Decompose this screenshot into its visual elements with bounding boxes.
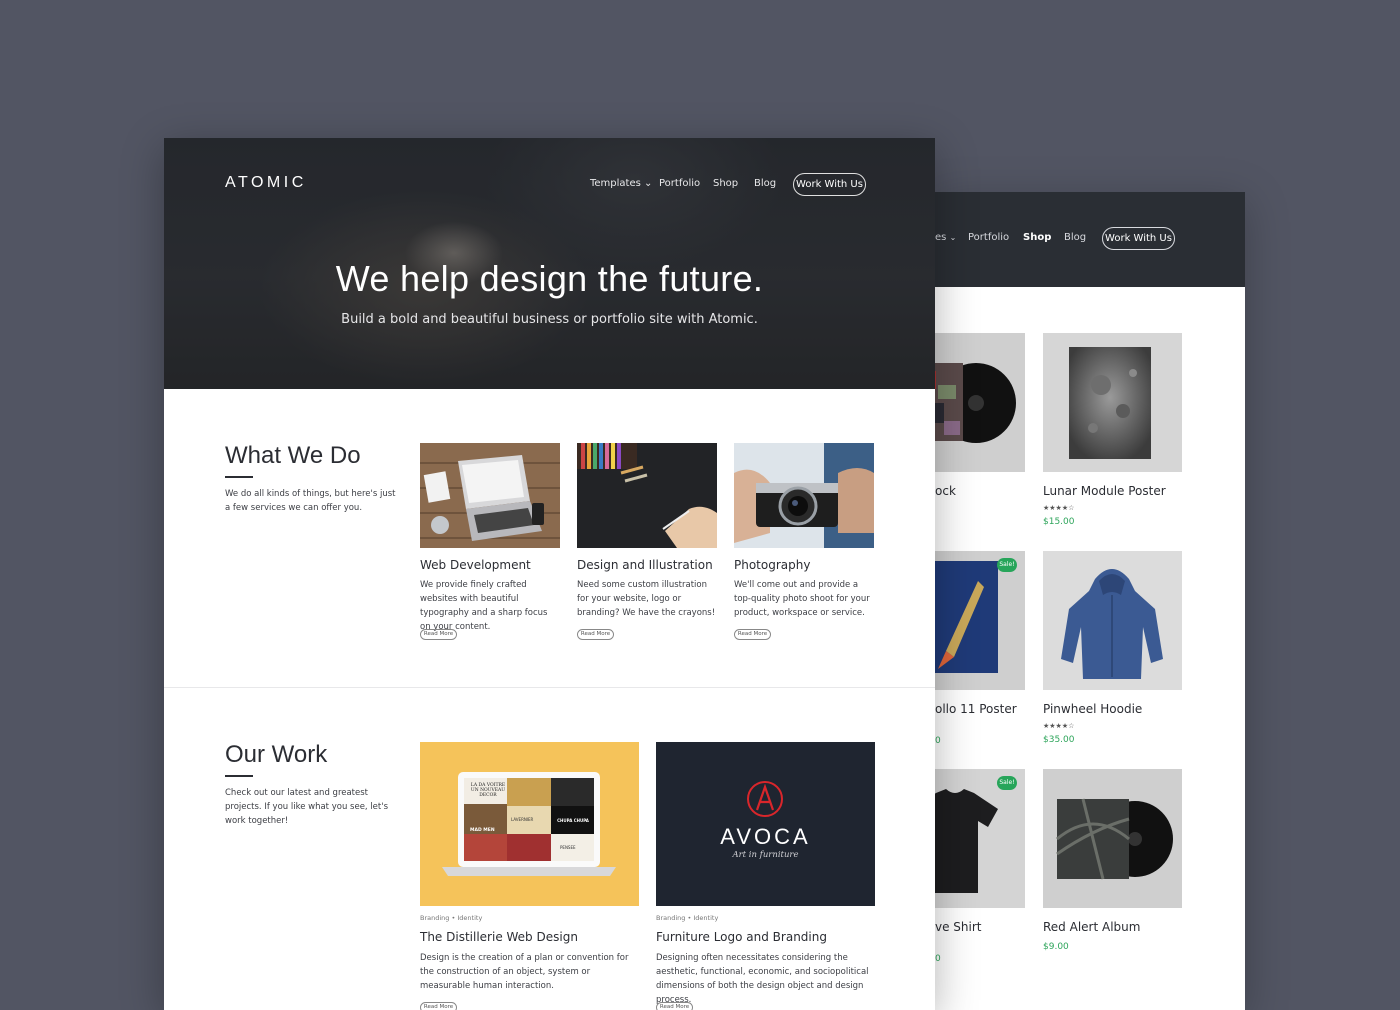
rating-stars: ★★★★☆ xyxy=(1043,504,1075,512)
project-category: Branding • Identity xyxy=(656,914,719,922)
nav-shop[interactable]: Shop xyxy=(713,178,738,189)
read-more-button[interactable]: Read More xyxy=(420,629,457,640)
screen-text: PENSEE xyxy=(560,845,576,850)
screen-text: DECOR xyxy=(479,793,497,798)
project-text: Designing often necessitates considering… xyxy=(656,953,869,1005)
product-price: $9.00 xyxy=(1043,942,1069,952)
product-card[interactable]: Red Alert Album $9.00 xyxy=(1043,769,1182,952)
nav-templates-partial[interactable]: es ⌄ xyxy=(935,232,956,243)
service-title: Web Development xyxy=(420,558,531,572)
hero-subtitle: Build a bold and beautiful business or p… xyxy=(341,312,758,327)
product-card[interactable]: Sale! ollo 11 Poster 0 xyxy=(935,551,1025,746)
laptop-desk-icon xyxy=(420,443,560,548)
brand-tagline: Art in furniture xyxy=(732,850,799,860)
hero-banner: ATOMIC Templates ⌄ Portfolio Shop Blog W… xyxy=(164,138,935,389)
tshirt-icon: Sale! xyxy=(935,769,1025,908)
project-card[interactable]: LA DA VOITRE UN NOUVEAU DECOR MAD MEN LA… xyxy=(420,742,639,1010)
section-description: Check out our latest and greatest projec… xyxy=(225,788,389,826)
product-name[interactable]: ock xyxy=(935,484,956,498)
project-title[interactable]: Furniture Logo and Branding xyxy=(656,930,827,944)
avoca-logo-card: AVOCA Art in furniture xyxy=(656,742,875,906)
service-card: Design and Illustration Need some custom… xyxy=(577,443,717,640)
product-price: $15.00 xyxy=(1043,517,1075,527)
read-more-button[interactable]: Read More xyxy=(577,629,614,640)
moon-poster-icon xyxy=(1043,333,1182,472)
project-category: Branding • Identity xyxy=(420,914,483,922)
project-card[interactable]: AVOCA Art in furniture Branding • Identi… xyxy=(656,742,875,1010)
shop-page-preview: es ⌄ Portfolio Shop Blog Work With Us oc… xyxy=(935,192,1245,1010)
laptop-mockup-icon: LA DA VOITRE UN NOUVEAU DECOR MAD MEN LA… xyxy=(420,742,639,906)
read-more-button[interactable]: Read More xyxy=(734,629,771,640)
record-album-icon xyxy=(1043,769,1182,908)
nav-blog[interactable]: Blog xyxy=(1064,232,1086,243)
product-name[interactable]: Lunar Module Poster xyxy=(1043,484,1166,498)
hero-title: We help design the future. xyxy=(335,258,764,299)
drawing-hand-icon xyxy=(577,443,717,548)
service-text: We provide finely crafted websites with … xyxy=(420,580,548,632)
product-card[interactable]: Sale! ve Shirt 0 xyxy=(935,769,1025,964)
nav-portfolio[interactable]: Portfolio xyxy=(968,232,1009,243)
nav-blog[interactable]: Blog xyxy=(754,178,776,189)
rating-stars: ★★★★☆ xyxy=(1043,722,1075,730)
screen-text: LAVERNIER xyxy=(511,817,534,822)
product-card[interactable]: ock xyxy=(935,333,1025,498)
work-with-us-button[interactable]: Work With Us xyxy=(793,173,866,196)
product-card[interactable]: Pinwheel Hoodie ★★★★☆ $35.00 xyxy=(1043,551,1182,745)
read-more-button[interactable]: Read More xyxy=(656,1002,693,1010)
service-title: Design and Illustration xyxy=(577,558,713,572)
home-page-preview: ATOMIC Templates ⌄ Portfolio Shop Blog W… xyxy=(164,138,935,1010)
service-text: We'll come out and provide a top-quality… xyxy=(734,580,870,618)
product-name[interactable]: Pinwheel Hoodie xyxy=(1043,702,1142,716)
product-name[interactable]: Red Alert Album xyxy=(1043,920,1140,934)
service-text: Need some custom illustration for your w… xyxy=(577,580,716,618)
read-more-button[interactable]: Read More xyxy=(420,1002,457,1010)
nav-templates[interactable]: Templates ⌄ xyxy=(590,178,652,189)
product-name[interactable]: ve Shirt xyxy=(935,920,982,934)
section-title-our-work: Our Work xyxy=(225,741,328,768)
brand-wordmark: AVOCA xyxy=(720,824,811,849)
section-divider xyxy=(164,687,935,688)
camera-icon xyxy=(734,443,874,548)
product-price: 0 xyxy=(935,954,941,964)
nav-shop[interactable]: Shop xyxy=(1023,232,1051,243)
hoodie-icon xyxy=(1043,551,1182,690)
product-price: 0 xyxy=(935,736,941,746)
sale-badge: Sale! xyxy=(997,776,1017,790)
project-title[interactable]: The Distillerie Web Design xyxy=(420,930,578,944)
section-description: We do all kinds of things, but here's ju… xyxy=(225,489,396,513)
site-logo[interactable]: ATOMIC xyxy=(225,174,307,192)
shop-header: es ⌄ Portfolio Shop Blog Work With Us xyxy=(935,192,1245,287)
screen-text: MAD MEN xyxy=(470,828,495,833)
product-price: $35.00 xyxy=(1043,735,1075,745)
section-rule xyxy=(225,775,253,777)
service-title: Photography xyxy=(734,558,811,572)
product-name[interactable]: ollo 11 Poster xyxy=(935,702,1017,716)
project-text: Design is the creation of a plan or conv… xyxy=(420,953,629,991)
work-with-us-button[interactable]: Work With Us xyxy=(1102,227,1175,250)
nav-portfolio[interactable]: Portfolio xyxy=(659,178,700,189)
screen-text: CHUPA CHUPA xyxy=(557,818,589,823)
sale-badge: Sale! xyxy=(997,558,1017,572)
rocket-poster-icon: Sale! xyxy=(935,551,1025,690)
section-title-what-we-do: What We Do xyxy=(225,442,361,469)
record-album-icon xyxy=(935,333,1025,472)
section-rule xyxy=(225,476,253,478)
service-card: Photography We'll come out and provide a… xyxy=(734,443,874,640)
product-card[interactable]: Lunar Module Poster ★★★★☆ $15.00 xyxy=(1043,333,1182,527)
service-card: Web Development We provide finely crafte… xyxy=(420,443,560,640)
